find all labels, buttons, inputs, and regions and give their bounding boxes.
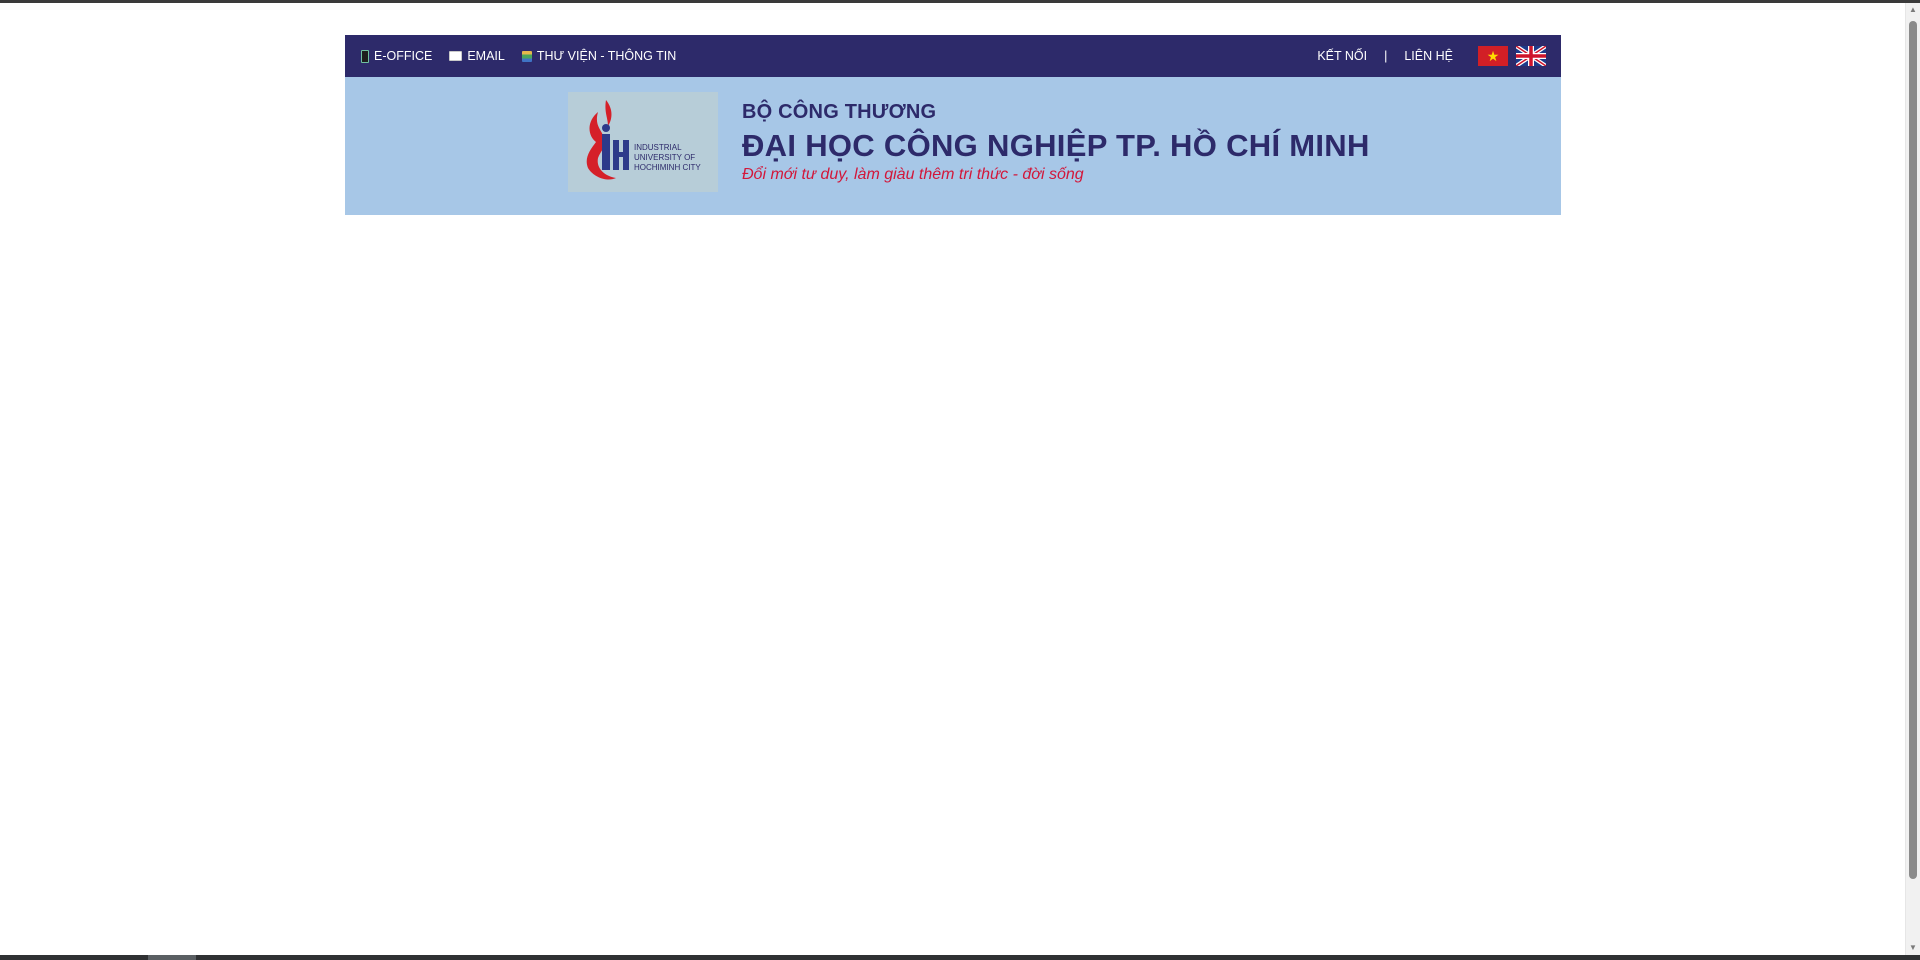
header-banner: INDUSTRIAL UNIVERSITY OF HOCHIMINH CITY …	[345, 77, 1561, 215]
email-label: EMAIL	[467, 49, 505, 63]
logo-text-line-1: INDUSTRIAL	[634, 143, 682, 152]
scroll-thumb[interactable]	[1909, 21, 1917, 879]
language-switcher: ★	[1478, 46, 1546, 66]
university-name: ĐẠI HỌC CÔNG NGHIỆP TP. HỒ CHÍ MINH	[742, 128, 1370, 163]
top-nav-bar: E-OFFICE EMAIL THƯ VIỆN - THÔNG TIN KẾT …	[345, 35, 1561, 77]
scroll-up-arrow-icon[interactable]: ▲	[1906, 3, 1920, 17]
e-office-link[interactable]: E-OFFICE	[361, 49, 432, 63]
uk-flag-icon[interactable]	[1516, 46, 1546, 66]
logo-text-line-3: HOCHIMINH CITY	[634, 163, 701, 172]
mail-icon	[449, 51, 463, 61]
vietnam-flag-icon[interactable]: ★	[1478, 46, 1508, 66]
window-top-border	[0, 0, 1920, 3]
ministry-name: BỘ CÔNG THƯƠNG	[742, 101, 937, 123]
email-link[interactable]: EMAIL	[449, 49, 505, 63]
nav-separator: |	[1384, 49, 1388, 63]
library-label: THƯ VIỆN - THÔNG TIN	[536, 49, 677, 63]
secondary-links: KẾT NỐI | LIÊN HỆ ★	[1317, 46, 1561, 66]
e-office-label: E-OFFICE	[374, 49, 433, 63]
university-slogan: Đổi mới tư duy, làm giàu thêm tri thức -…	[742, 166, 1084, 183]
ket-noi-link[interactable]: KẾT NỐI	[1317, 49, 1367, 63]
logo-text-line-2: UNIVERSITY OF	[634, 153, 695, 162]
flag-star-icon: ★	[1486, 48, 1500, 64]
horizontal-scrollbar[interactable]	[0, 955, 1920, 960]
books-icon	[521, 50, 532, 62]
university-logo[interactable]: INDUSTRIAL UNIVERSITY OF HOCHIMINH CITY	[568, 92, 718, 192]
library-link[interactable]: THƯ VIỆN - THÔNG TIN	[521, 49, 677, 63]
phone-icon	[361, 49, 369, 63]
quick-links: E-OFFICE EMAIL THƯ VIỆN - THÔNG TIN	[345, 49, 693, 63]
lien-he-link[interactable]: LIÊN HỆ	[1404, 49, 1453, 63]
scroll-down-arrow-icon[interactable]: ▼	[1906, 941, 1920, 955]
site-header: E-OFFICE EMAIL THƯ VIỆN - THÔNG TIN KẾT …	[345, 35, 1561, 215]
header-titles: BỘ CÔNG THƯƠNG ĐẠI HỌC CÔNG NGHIỆP TP. H…	[742, 101, 1370, 184]
vertical-scrollbar[interactable]: ▲ ▼	[1905, 3, 1920, 955]
horizontal-scroll-thumb[interactable]	[148, 955, 196, 960]
